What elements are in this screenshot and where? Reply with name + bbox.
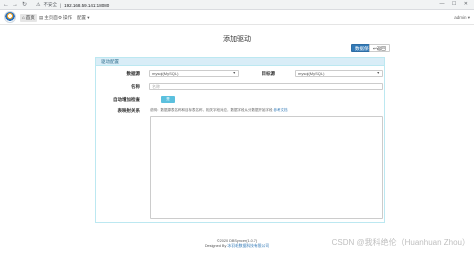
user-menu[interactable]: admin ▾ <box>454 15 470 21</box>
name-label: 名称 <box>131 84 140 89</box>
name-input[interactable]: 名称 <box>149 83 383 90</box>
sql-textarea[interactable] <box>150 116 383 219</box>
target-source-value: mysql(MySQL) <box>298 71 325 76</box>
arrow-left-icon[interactable]: ← <box>3 1 9 9</box>
toggle-label: 自动增加检查 <box>113 97 140 102</box>
app-logo[interactable] <box>4 11 16 23</box>
target-source-select[interactable]: mysql(MySQL) ▼ <box>295 70 383 77</box>
address-bar[interactable]: ⚠ 不安全 | 192.168.59.141:18080 <box>36 1 109 9</box>
back-label: 返回 <box>376 46 386 51</box>
footer-prefix: Designed By <box>204 244 227 248</box>
separator: | <box>59 2 62 8</box>
auto-check-toggle[interactable]: 是 <box>161 96 175 103</box>
home-icon: ⌂ <box>22 15 25 20</box>
ops-icon: ⚙ <box>58 15 63 20</box>
footer-link[interactable]: 冰羽毛数据科技有限公司 <box>227 244 269 248</box>
window-controls[interactable]: — ☐ ✕ <box>440 1 471 7</box>
browser-toolbar: ← → ↻ ⚠ 不安全 | 192.168.59.141:18080 — ☐ ✕ <box>0 0 474 10</box>
arrow-right-icon[interactable]: → <box>12 1 18 9</box>
watermark: CSDN @我科绝伦（Huanhuan Zhou） <box>331 238 470 247</box>
back-button[interactable]: ↩返回 <box>369 44 390 52</box>
sql-help-body: 说明：数据源表名称和目标表名称，相关字段对应，数据字段从分数据开始字段 <box>150 108 273 112</box>
nav-item-ops[interactable]: ⚙操作 <box>56 14 74 22</box>
sql-label: 表映射关系 <box>117 108 141 113</box>
nav-item-label: 操作 <box>63 15 73 20</box>
target-source-label: 目标源 <box>261 71 276 76</box>
data-source-label: 数据源 <box>126 71 141 76</box>
page-icon: ▤ <box>39 15 44 20</box>
sql-help-text: 说明：数据源表名称和目标表名称，相关字段对应，数据字段从分数据开始字段 参考文档 <box>150 107 287 113</box>
data-source-value: mysql(MySQL) <box>152 71 179 76</box>
reload-icon[interactable]: ↻ <box>22 1 27 9</box>
data-source-select[interactable]: mysql(MySQL) ▼ <box>149 70 239 77</box>
url-text: 192.168.59.141:18080 <box>64 2 110 8</box>
page-title: 添加驱动 <box>223 36 251 43</box>
help-link[interactable]: 参考文档 <box>273 108 287 112</box>
chevron-down-icon: ▼ <box>376 71 380 75</box>
nav-item-label: 首页 <box>25 15 35 20</box>
warning-icon: ⚠ <box>36 2 41 8</box>
nav-item-config[interactable]: 配置 ▾ <box>75 14 92 22</box>
chevron-down-icon: ▼ <box>232 71 236 75</box>
name-placeholder: 名称 <box>152 84 160 89</box>
nav-item-home[interactable]: ⌂首页 <box>20 14 37 22</box>
security-label: 不安全 <box>43 2 57 7</box>
panel-heading: 驱动配置 <box>96 58 384 66</box>
nav-item-label: 配置 ▾ <box>77 15 90 20</box>
